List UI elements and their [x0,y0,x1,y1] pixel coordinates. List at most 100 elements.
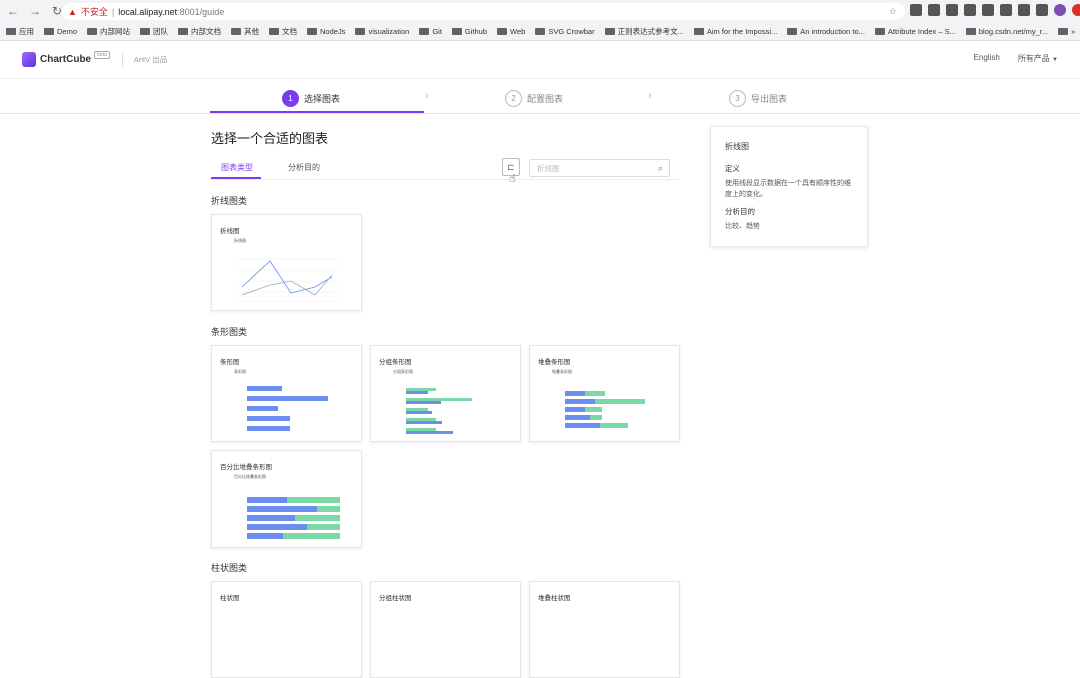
extension-icon[interactable] [1054,4,1066,16]
star-icon[interactable]: ☆ [889,6,897,17]
definition-heading: 定义 [725,164,740,173]
tab-chart-type[interactable]: 图表类型 [221,162,253,173]
bookmark-item[interactable]: 内部网站 [87,26,130,37]
folder-icon [419,28,430,35]
bookmark-item[interactable]: 应用 [6,26,34,37]
bookmark-item[interactable]: Github [451,27,488,36]
cursor-icon: ☝ [509,173,516,185]
extension-icon[interactable] [964,4,976,16]
forward-icon[interactable]: → [26,2,44,20]
step-label: 导出图表 [751,94,788,104]
address-bar[interactable]: ▲ 不安全 | local.alipay.net :8001/guide ☆ [62,3,905,20]
active-tab-underline [211,177,261,179]
extension-icon[interactable] [1000,4,1012,16]
bookmark-item[interactable]: » [1058,27,1075,36]
bookmark-item[interactable]: SVG Crowbar [535,27,595,36]
category-bar: 条形图类 [211,327,248,337]
bookmark-item[interactable]: 文档 [269,26,297,37]
bookmark-item[interactable]: 团队 [140,26,168,37]
folder-icon [787,28,798,35]
tab-purpose[interactable]: 分析目的 [288,162,320,173]
bookmark-label: visualization [368,27,410,36]
bookmark-item[interactable]: 内部文档 [178,26,221,37]
card-title: 堆叠柱状图 [538,595,571,602]
all-products-label: 所有产品 [1017,54,1050,63]
category-column: 柱状图类 [211,563,248,573]
bookmark-label: Demo [57,27,78,36]
search-icon: ⌕ [657,163,663,173]
bookmark-item[interactable]: Git [419,27,442,36]
bookmark-item[interactable]: Attribute Index – S... [874,27,956,36]
card-title: 柱状图 [220,595,240,602]
bookmark-label: 文档 [282,27,298,36]
extension-icon[interactable] [1072,4,1080,16]
back-icon[interactable]: ← [4,2,22,20]
extensions [910,4,1080,16]
folder-icon [451,28,462,35]
line-chart-thumbnail [237,258,340,302]
bookmark-label: 内部文档 [191,27,222,36]
card-title: 分组柱状图 [379,595,412,602]
all-products-menu[interactable]: 所有产品 ▼ [1018,53,1058,64]
bookmark-item[interactable]: blog.csdn.net/my_r... [965,27,1048,36]
logo[interactable]: ChartCube beta [22,50,110,67]
bookmark-label: 其他 [244,27,260,36]
bookmark-label: 正则表达式参考文... [617,27,684,36]
purpose-text: 比较、趋势 [725,223,760,230]
bookmark-item[interactable]: visualization [355,27,409,36]
bookmark-item[interactable]: Aim for the Impossi... [693,27,778,36]
bookmark-item[interactable]: 其他 [231,26,259,37]
search-input[interactable]: 折线图 ⌕ [529,159,670,177]
bookmark-label: Github [464,27,488,36]
extension-icon[interactable] [1036,4,1048,16]
chevron-right-icon: › [648,90,652,102]
folder-icon [307,28,318,35]
extension-icon[interactable] [928,4,940,16]
search-placeholder: 折线图 [537,163,560,173]
bookmark-label: An introduction to... [800,27,865,36]
bookmark-item[interactable]: NodeJs [307,27,345,36]
extension-icon[interactable] [946,4,958,16]
extension-icon[interactable] [910,4,922,16]
folder-icon [874,28,885,35]
bookmark-label: Web [510,27,526,36]
url-host: local.alipay.net [118,6,178,17]
folder-icon [965,28,976,35]
bookmark-label: Git [432,27,442,36]
cube-logo-icon [22,52,36,67]
collapse-icon: ⊏ [507,161,515,172]
folder-icon [231,28,242,35]
card-line-chart[interactable]: 折线图 折线图 [211,214,362,311]
card-bar-chart[interactable]: 条形图 条形图 [211,345,362,442]
bookmark-item[interactable]: 正则表达式参考文... [604,26,684,37]
card-grouped-bar-chart[interactable]: 分组条形图 分组条形图 [370,345,521,442]
extension-icon[interactable] [1018,4,1030,16]
card-percent-stacked-bar-chart[interactable]: 百分比堆叠条形图 百分比堆叠条形图 [211,450,362,548]
bookmark-item[interactable]: Web [497,27,525,36]
english-link[interactable]: English [974,53,1000,64]
bookmarks-bar: 应用 Demo 内部网站 团队 内部文档 其他 文档 NodeJs visualization G… [0,23,1080,40]
card-column-chart[interactable]: 柱状图 [211,581,362,678]
folder-icon [6,28,16,35]
card-stacked-bar-chart[interactable]: 堆叠条形图 堆叠条形图 [529,345,680,442]
app-header: ChartCube beta AntV 出品 English 所有产品 ▼ [0,41,1080,79]
url-path: :8001/guide [177,6,225,17]
folder-icon [604,28,615,35]
percent-stacked-bar-thumbnail [247,497,340,539]
card-stacked-column-chart[interactable]: 堆叠柱状图 [529,581,680,678]
bookmark-item[interactable]: An introduction to... [787,27,865,36]
folder-icon [535,28,546,35]
card-grouped-column-chart[interactable]: 分组柱状图 [370,581,521,678]
bookmark-label: Aim for the Impossi... [706,27,778,36]
extension-icon[interactable] [982,4,994,16]
step-export[interactable]: 3 导出图表 [729,90,787,107]
step-config[interactable]: 2 配置图表 [505,90,563,107]
insecure-label: 不安全 [80,7,108,17]
divider [121,52,123,67]
info-panel: 折线图 定义 使用线段显示数据在一个具有顺序性的维度上的变化。 分析目的 比较、… [710,126,868,247]
step-label: 配置图表 [527,94,564,104]
definition-text: 使用线段显示数据在一个具有顺序性的维度上的变化。 [725,180,851,198]
step-select[interactable]: 1 选择图表 [282,90,340,107]
step-number: 1 [282,90,299,107]
bookmark-item[interactable]: Demo [44,27,77,36]
